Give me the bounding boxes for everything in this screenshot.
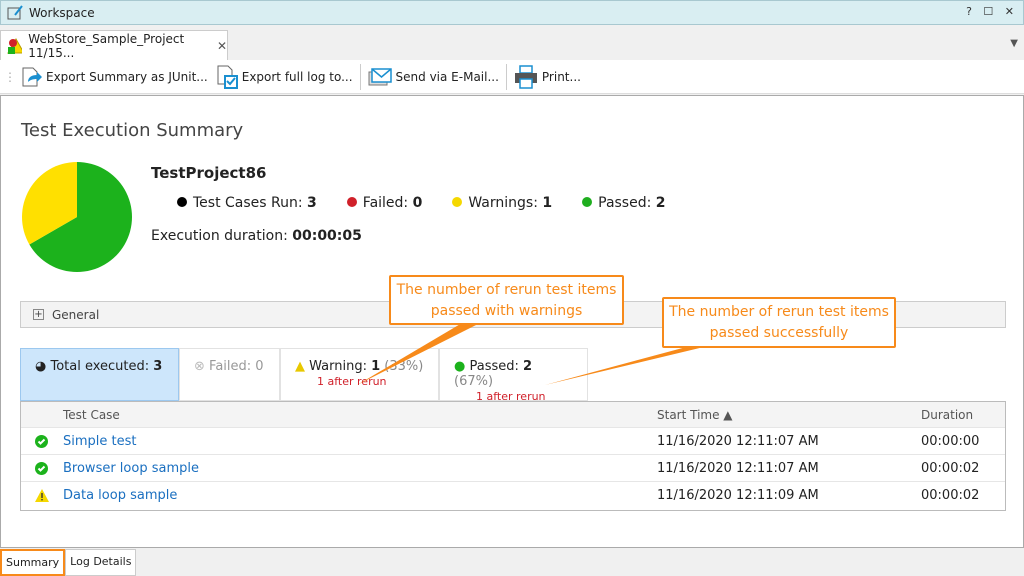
toolbar-separator	[359, 63, 361, 90]
status-dot	[452, 197, 463, 207]
window-title-bar: Workspace	[0, 0, 1024, 25]
general-label: General	[52, 307, 100, 322]
stat-value: 2	[655, 195, 666, 211]
document-tab-label: WebStore_Sample_Project 11/15...	[28, 32, 185, 60]
tab-value: 3	[153, 359, 163, 374]
window-controls[interactable]: ? ☐ ✕	[966, 5, 1018, 18]
tab-percent: (67%)	[454, 374, 494, 389]
status-dot	[582, 197, 593, 207]
stat-warnings: Warnings: 1	[452, 195, 552, 211]
export-junit-button[interactable]: Export Summary as JUnit...	[16, 62, 212, 92]
tab-label: Total executed:	[50, 359, 150, 374]
send-email-button[interactable]: Send via E-Mail...	[364, 62, 503, 92]
stats-line: Test Cases Run: 3 Failed: 0 Warnings: 1 …	[177, 195, 666, 211]
email-icon	[368, 67, 392, 85]
tab-label: Passed:	[469, 359, 519, 374]
rerun-note: 1 after rerun	[317, 375, 387, 388]
pie-icon: ◕	[35, 359, 47, 374]
stat-value: 3	[307, 195, 317, 211]
tab-summary[interactable]: Summary	[0, 549, 66, 576]
duration: 00:00:02	[921, 460, 980, 476]
tab-value: 2	[523, 359, 533, 374]
test-case-link[interactable]: Data loop sample	[63, 488, 177, 503]
export-log-icon	[217, 65, 238, 89]
callout-passed: The number of rerun test items passed su…	[662, 297, 896, 348]
toolbar-separator	[505, 63, 507, 90]
stat-value: 1	[542, 195, 553, 211]
tab-log-details[interactable]: Log Details	[65, 549, 137, 576]
document-tab-bar: WebStore_Sample_Project 11/15... ✕ ▼	[0, 26, 1024, 61]
tab-passed[interactable]: ● Passed: 2 (67%) 1 after rerun	[439, 348, 588, 403]
callout-warnings: The number of rerun test items passed wi…	[389, 275, 624, 325]
send-email-label: Send via E-Mail...	[395, 69, 499, 84]
project-status-icon	[7, 37, 23, 54]
warning-icon	[35, 489, 49, 502]
toolbar-grip: ⋮	[4, 69, 16, 84]
warning-icon: ▲	[295, 359, 305, 374]
filter-tabs: ◕ Total executed: 3 ⊗ Failed: 0 ▲ Warnin…	[20, 348, 588, 403]
window-title: Workspace	[29, 5, 95, 20]
column-header-test-case[interactable]: Test Case	[63, 408, 120, 422]
execution-duration: Execution duration: 00:00:05	[151, 228, 362, 244]
test-case-link[interactable]: Simple test	[63, 434, 137, 449]
passed-icon	[35, 435, 48, 448]
duration: 00:00:00	[921, 433, 980, 449]
start-time: 11/16/2020 12:11:07 AM	[657, 460, 819, 476]
test-case-table: Test Case Start Time ▲ Duration Simple t…	[20, 401, 1006, 511]
export-log-button[interactable]: Export full log to...	[212, 62, 357, 92]
table-row[interactable]: Simple test 11/16/2020 12:11:07 AM 00:00…	[21, 428, 1005, 455]
tab-percent: (33%)	[384, 359, 424, 374]
results-pie-chart	[21, 162, 132, 272]
failed-icon: ⊗	[194, 359, 205, 374]
stat-label: Warnings:	[468, 195, 538, 211]
duration: 00:00:02	[921, 488, 980, 503]
status-dot	[346, 197, 357, 207]
workspace-icon	[7, 4, 23, 19]
tab-label: Failed: 0	[209, 359, 264, 374]
stat-value: 0	[412, 195, 423, 211]
duration-label: Execution duration:	[151, 228, 288, 244]
passed-icon	[35, 462, 48, 475]
start-time: 11/16/2020 12:11:09 AM	[657, 488, 819, 503]
document-tab[interactable]: WebStore_Sample_Project 11/15... ✕	[0, 30, 228, 61]
duration-value: 00:00:05	[292, 228, 362, 244]
tab-dropdown-icon[interactable]: ▼	[1010, 38, 1018, 49]
test-case-link[interactable]: Browser loop sample	[63, 461, 199, 476]
tab-failed[interactable]: ⊗ Failed: 0	[179, 348, 280, 401]
tab-value: 1	[371, 359, 381, 374]
stat-label: Passed:	[598, 195, 652, 211]
table-row[interactable]: Data loop sample 11/16/2020 12:11:09 AM …	[21, 482, 1005, 509]
tab-label: Warning:	[309, 359, 367, 374]
column-header-start-time[interactable]: Start Time ▲	[657, 408, 733, 422]
column-header-duration[interactable]: Duration	[921, 408, 973, 422]
stat-label: Failed:	[362, 195, 409, 211]
close-tab-icon[interactable]: ✕	[217, 39, 227, 53]
stat-failed: Failed: 0	[346, 195, 423, 211]
project-name: TestProject86	[151, 164, 267, 182]
page-title: Test Execution Summary	[21, 120, 244, 141]
tab-warning[interactable]: ▲ Warning: 1 (33%) 1 after rerun	[280, 348, 439, 401]
status-dot	[177, 197, 187, 207]
tab-total-executed[interactable]: ◕ Total executed: 3	[20, 348, 179, 401]
export-junit-label: Export Summary as JUnit...	[46, 69, 208, 84]
export-icon	[22, 67, 42, 86]
print-label: Print...	[541, 69, 581, 84]
stat-passed: Passed: 2	[582, 195, 666, 211]
printer-icon	[514, 64, 537, 89]
table-header: Test Case Start Time ▲ Duration	[21, 402, 1005, 428]
passed-icon: ●	[454, 359, 466, 374]
start-time: 11/16/2020 12:11:07 AM	[657, 433, 819, 449]
stat-run: Test Cases Run: 3	[177, 195, 317, 211]
toolbar: ⋮ Export Summary as JUnit... Export full…	[0, 60, 1024, 94]
table-row[interactable]: Browser loop sample 11/16/2020 12:11:07 …	[21, 455, 1005, 482]
stat-label: Test Cases Run:	[193, 195, 303, 211]
print-button[interactable]: Print...	[510, 62, 585, 92]
expand-icon: +	[33, 309, 44, 320]
export-log-label: Export full log to...	[241, 69, 353, 84]
bottom-tabs: Summary Log Details	[0, 549, 137, 576]
